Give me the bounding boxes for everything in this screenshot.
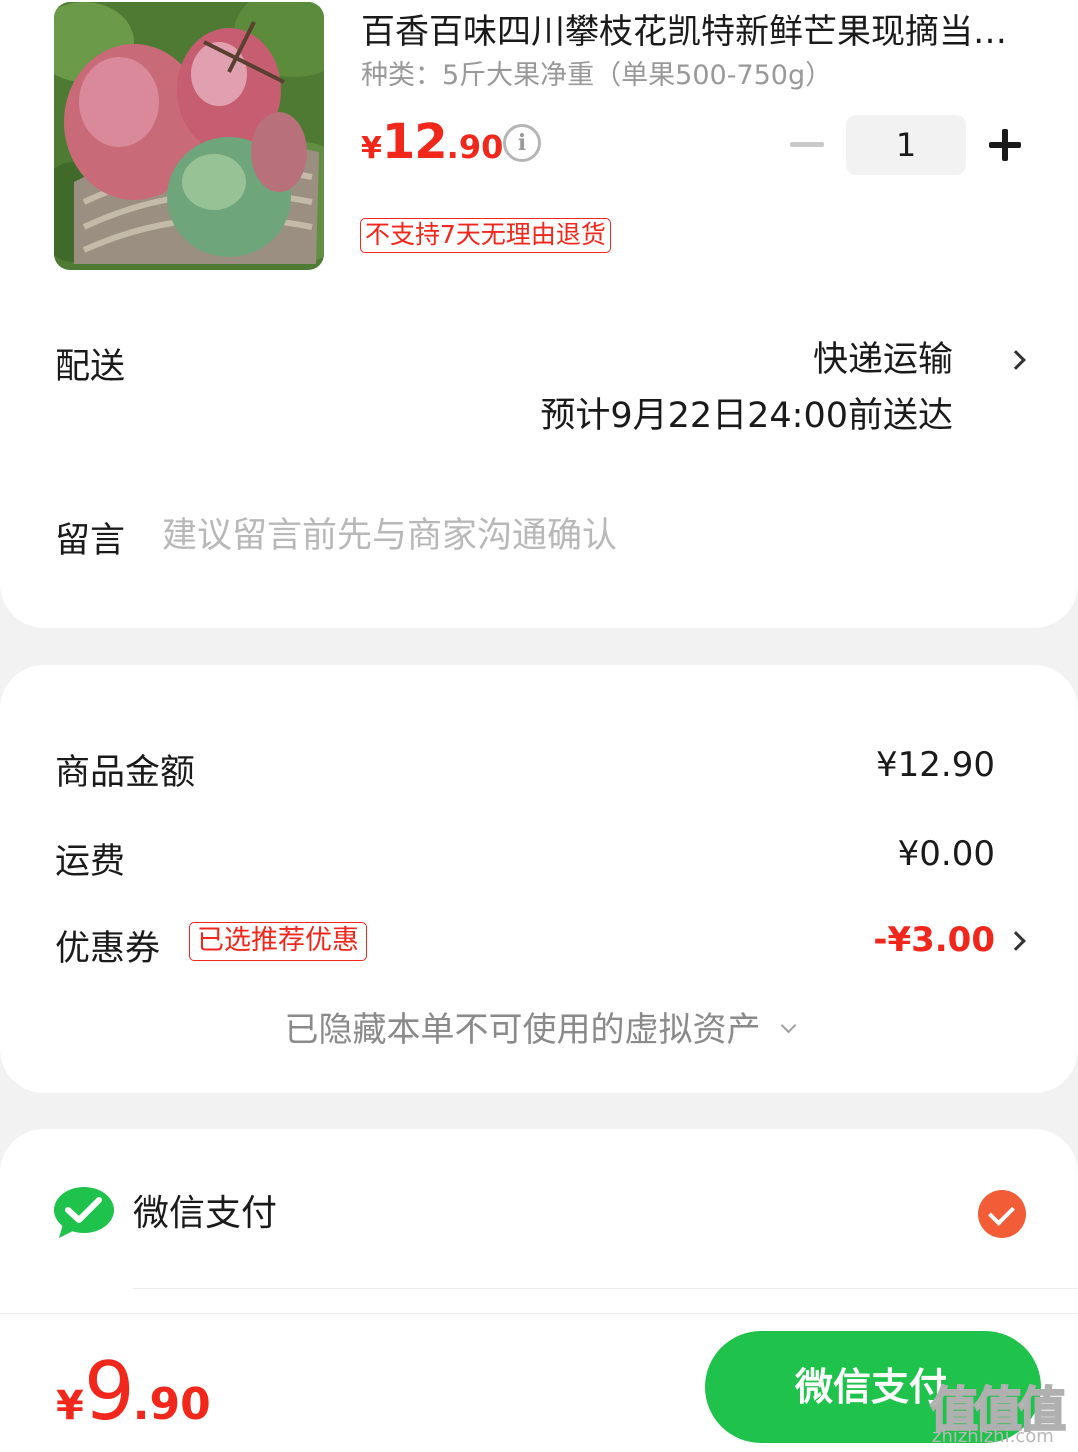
goods-amount-label: 商品金额	[55, 753, 196, 793]
price-currency: ¥	[361, 131, 382, 166]
return-policy-badge: 不支持7天无理由退货	[360, 218, 611, 253]
note-input[interactable]	[162, 512, 1022, 560]
price-integer: 12	[381, 114, 448, 170]
coupon-value[interactable]: -¥3.00	[873, 920, 995, 960]
wechat-pay-label[interactable]: 微信支付	[133, 1190, 277, 1238]
watermark-url: zhizhizhi.com	[932, 1426, 1054, 1447]
quantity-decrease-button[interactable]	[790, 142, 824, 147]
total-currency: ¥	[56, 1383, 84, 1429]
total-decimal: .90	[132, 1379, 211, 1430]
product-card: 百香百味四川攀枝花凯特新鲜芒果现摘当季水果 种类：5斤大果净重（单果500-75…	[0, 0, 1078, 628]
divider	[133, 1288, 1078, 1289]
product-spec[interactable]: 种类：5斤大果净重（单果500-750g）	[361, 58, 832, 94]
total-integer: 9	[83, 1345, 135, 1438]
coupon-badge[interactable]: 已选推荐优惠	[189, 922, 367, 961]
product-price: ¥12.90	[361, 114, 503, 170]
shipping-fee-label: 运费	[55, 842, 126, 882]
hidden-assets-text: 已隐藏本单不可使用的虚拟资产	[284, 1010, 761, 1050]
quantity-value[interactable]: 1	[846, 115, 966, 175]
shipping-fee-value: ¥0.00	[897, 834, 995, 874]
goods-amount-value: ¥12.90	[876, 745, 995, 785]
product-title[interactable]: 百香百味四川攀枝花凯特新鲜芒果现摘当季水果	[361, 10, 1031, 54]
delivery-chevron-icon[interactable]	[1006, 350, 1026, 370]
wechat-icon	[54, 1187, 114, 1238]
total-price: ¥9.90	[56, 1345, 211, 1438]
mango-photo-icon	[54, 2, 324, 270]
chevron-down-icon	[780, 1017, 796, 1034]
info-icon[interactable]: i	[503, 124, 541, 162]
product-image[interactable]	[54, 2, 324, 270]
coupon-label[interactable]: 优惠券	[55, 920, 160, 971]
selected-check-icon[interactable]	[978, 1190, 1026, 1238]
note-label: 留言	[55, 521, 126, 561]
delivery-eta: 预计9月22日24:00前送达	[540, 396, 953, 436]
price-decimal: .90	[446, 128, 504, 166]
quantity-increase-button[interactable]	[989, 129, 1021, 161]
hidden-assets-toggle[interactable]: 已隐藏本单不可使用的虚拟资产	[0, 1002, 1078, 1051]
delivery-method[interactable]: 快递运输	[813, 338, 953, 382]
delivery-label: 配送	[55, 347, 126, 387]
watermark: 值值值 zhizhizhi.com	[929, 1370, 1070, 1450]
